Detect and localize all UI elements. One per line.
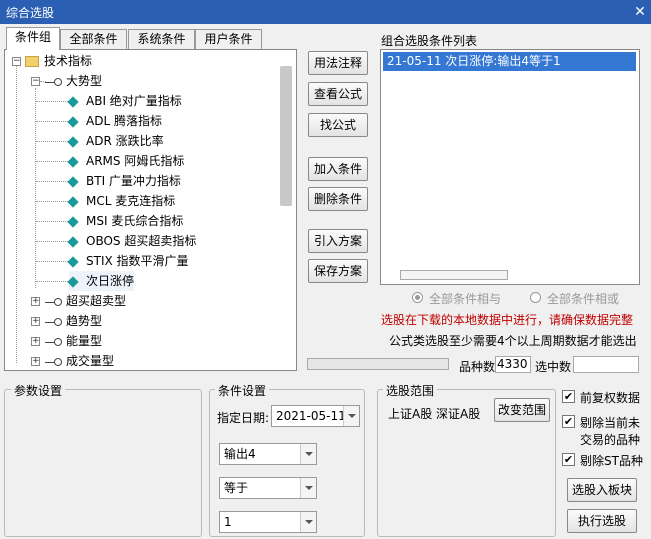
tree-group[interactable]: 超买超卖型 xyxy=(45,291,126,311)
change-range-button[interactable]: 改变范围 xyxy=(494,398,550,422)
list-hscrollbar[interactable] xyxy=(400,270,508,280)
selected-count-value xyxy=(573,356,639,373)
stock-count-value: 4330 xyxy=(495,356,531,373)
tree-leaf[interactable]: ARMS 阿姆氏指标 xyxy=(67,151,184,171)
expand-icon[interactable]: + xyxy=(31,317,40,326)
tree-leaf[interactable]: ABI 绝对广量指标 xyxy=(67,91,182,111)
window-title: 综合选股 xyxy=(6,6,55,20)
operator-select[interactable]: 等于 xyxy=(219,477,317,499)
data-warning: 选股在下载的本地数据中进行，请确保数据完整 xyxy=(381,313,634,327)
formula-icon xyxy=(67,235,79,248)
key-icon xyxy=(45,77,62,86)
chevron-down-icon[interactable] xyxy=(343,406,359,426)
tree-leaf[interactable]: OBOS 超买超卖指标 xyxy=(67,231,196,251)
formula-icon xyxy=(67,135,79,148)
tree-leaf[interactable]: BTI 广量冲力指标 xyxy=(67,171,181,191)
params-group xyxy=(4,389,202,537)
formula-icon xyxy=(67,155,79,168)
tree-leaf[interactable]: MSI 麦氏综合指标 xyxy=(67,211,183,231)
formula-icon xyxy=(67,95,79,108)
formula-icon xyxy=(67,255,79,268)
add-condition-button[interactable]: 加入条件 xyxy=(308,157,368,181)
tree-leaf-selected[interactable]: 次日涨停 xyxy=(67,271,135,291)
checkbox-pre-adjusted[interactable]: ✔ xyxy=(562,390,575,403)
exclude-untraded-label-2: 交易的品种 xyxy=(580,433,641,447)
value-input[interactable]: 1 xyxy=(219,511,317,533)
and-radio[interactable] xyxy=(412,292,423,303)
key-icon xyxy=(45,337,62,346)
formula-icon xyxy=(67,215,79,228)
delete-condition-button[interactable]: 删除条件 xyxy=(308,187,368,211)
collapse-icon[interactable]: − xyxy=(12,57,21,66)
formula-icon xyxy=(67,115,79,128)
tab-all-conditions[interactable]: 全部条件 xyxy=(60,29,127,49)
tab-user-conditions[interactable]: 用户条件 xyxy=(195,29,262,49)
pre-adjusted-label: 前复权数据 xyxy=(580,391,641,405)
import-plan-button[interactable]: 引入方案 xyxy=(308,229,368,253)
tree-root-tech-indicators[interactable]: 技术指标 xyxy=(25,51,92,71)
range-title: 选股范围 xyxy=(383,382,438,399)
date-label: 指定日期: xyxy=(217,411,270,425)
condition-tree[interactable]: − 技术指标 − 大势型 ABI 绝对广量指标 ADL 腾落指标 ADR 涨跌比… xyxy=(4,49,297,371)
condition-list[interactable] xyxy=(380,49,640,285)
condition-settings-title: 条件设置 xyxy=(215,382,270,399)
and-label: 全部条件相与 xyxy=(429,292,502,306)
key-icon xyxy=(45,297,62,306)
usage-button[interactable]: 用法注释 xyxy=(308,51,368,75)
save-to-block-button[interactable]: 选股入板块 xyxy=(567,478,637,502)
tree-group[interactable]: 能量型 xyxy=(45,331,102,351)
tab-system-conditions[interactable]: 系统条件 xyxy=(128,29,195,49)
exclude-st-label: 剔除ST品种 xyxy=(580,454,643,468)
tree-leaf[interactable]: STIX 指数平滑广量 xyxy=(67,251,189,271)
chevron-down-icon[interactable] xyxy=(300,444,316,464)
view-formula-button[interactable]: 查看公式 xyxy=(308,82,368,106)
tree-leaf[interactable]: MCL 麦克连指标 xyxy=(67,191,175,211)
expand-icon[interactable]: + xyxy=(31,357,40,366)
stock-count-label: 品种数 xyxy=(459,360,496,374)
title-bar: 综合选股 ✕ xyxy=(0,0,651,24)
close-icon[interactable]: ✕ xyxy=(631,3,649,21)
checkbox-exclude-untraded[interactable]: ✔ xyxy=(562,415,575,428)
find-formula-button[interactable]: 找公式 xyxy=(308,113,368,137)
tab-condition-group[interactable]: 条件组 xyxy=(6,27,60,50)
tree-group[interactable]: 趋势型 xyxy=(45,311,102,331)
condition-list-title: 组合选股条件列表 xyxy=(381,34,478,48)
selected-count-label: 选中数 xyxy=(535,360,572,374)
execute-button[interactable]: 执行选股 xyxy=(567,509,637,533)
tree-leaf[interactable]: ADL 腾落指标 xyxy=(67,111,162,131)
exclude-untraded-label: 剔除当前未 xyxy=(580,416,641,430)
collapse-icon[interactable]: − xyxy=(31,77,40,86)
condition-list-item[interactable]: 21-05-11 次日涨停:输出4等于1 xyxy=(383,52,636,71)
folder-icon xyxy=(25,56,39,67)
or-radio[interactable] xyxy=(530,292,541,303)
output-select[interactable]: 输出4 xyxy=(219,443,317,465)
formula-icon xyxy=(67,195,79,208)
expand-icon[interactable]: + xyxy=(31,337,40,346)
tree-group[interactable]: 成交量型 xyxy=(45,351,114,370)
tree-group-market-trend[interactable]: 大势型 xyxy=(45,71,102,91)
chevron-down-icon[interactable] xyxy=(300,512,316,532)
params-title: 参数设置 xyxy=(11,382,66,399)
formula-icon xyxy=(67,275,79,288)
date-picker[interactable]: 2021-05-11 xyxy=(271,405,360,427)
formula-icon xyxy=(67,175,79,188)
progress-bar xyxy=(307,358,449,370)
or-label: 全部条件相或 xyxy=(547,292,620,306)
expand-icon[interactable]: + xyxy=(31,297,40,306)
hint-text: 公式类选股至少需要4个以上周期数据才能选出 xyxy=(389,334,637,348)
save-plan-button[interactable]: 保存方案 xyxy=(308,259,368,283)
key-icon xyxy=(45,317,62,326)
checkbox-exclude-st[interactable]: ✔ xyxy=(562,453,575,466)
range-text: 上证A股 深证A股 xyxy=(388,407,481,421)
tree-scrollbar[interactable] xyxy=(280,66,292,206)
chevron-down-icon[interactable] xyxy=(300,478,316,498)
key-icon xyxy=(45,357,62,366)
tree-leaf[interactable]: ADR 涨跌比率 xyxy=(67,131,164,151)
